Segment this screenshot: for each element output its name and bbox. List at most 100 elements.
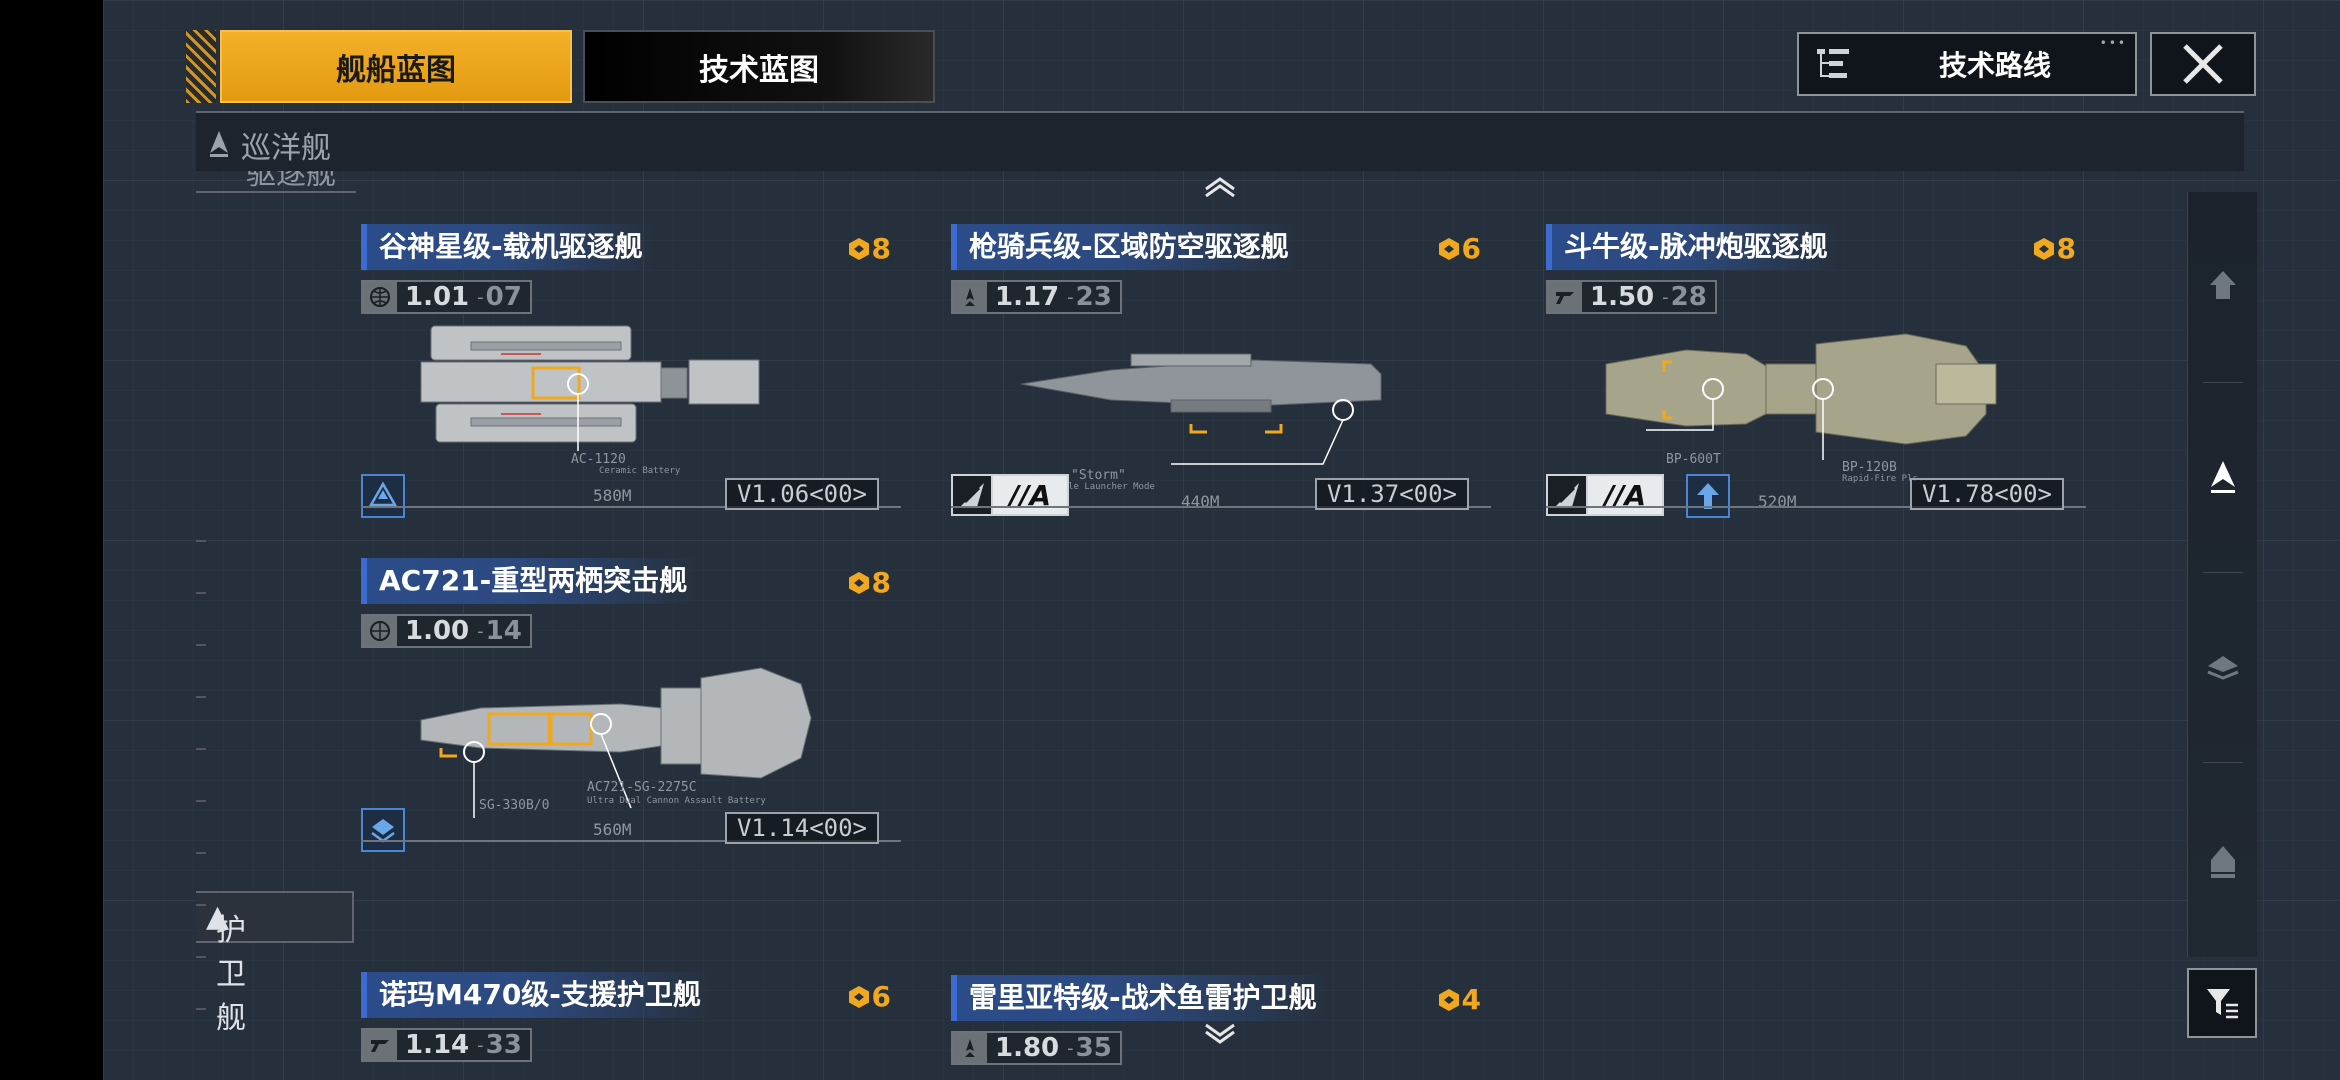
hex-coin-icon <box>848 237 869 260</box>
frigate-class-icon <box>2211 846 2235 878</box>
version-tag: V1.14<00> <box>724 812 879 844</box>
cost-value: 6 <box>871 980 891 1013</box>
tree-list-icon <box>1817 49 1849 78</box>
version-main: 1.14 <box>405 1030 470 1060</box>
close-button[interactable] <box>2150 32 2256 96</box>
version-sub: 23 <box>1075 282 1112 312</box>
dots-decor: ••• <box>2099 36 2127 50</box>
tech-route-button[interactable]: 技术路线 ••• <box>1797 32 2137 96</box>
role-letter: //A <box>1588 474 1664 516</box>
ship-card-ac721[interactable]: AC721-重型两栖突击舰 8 1.00 - 14 AC721-SG-2275C <box>361 558 901 858</box>
tab-tech-blueprint[interactable]: 技术蓝图 <box>583 30 935 103</box>
ship-image <box>1605 333 1997 460</box>
section-header-cruiser[interactable]: 巡洋舰 <box>196 111 2244 171</box>
carrier-type-button[interactable] <box>361 474 405 518</box>
scroll-down-icon[interactable] <box>1203 1018 1237 1053</box>
version-sub: 14 <box>485 616 522 646</box>
ship-title: 谷神星级-载机驱逐舰 <box>361 224 655 270</box>
version-box: 1.80 - 35 <box>951 1031 1122 1065</box>
filter-icon <box>2207 989 2238 1019</box>
cost-badge: 6 <box>846 980 891 1013</box>
version-main: 1.17 <box>995 282 1060 312</box>
cruiser-class-icon <box>2211 461 2235 493</box>
version-main: 1.00 <box>405 616 470 646</box>
battleship-class-icon <box>2210 271 2236 299</box>
version-box: 1.00 - 14 <box>361 614 532 648</box>
version-box: 1.14 - 33 <box>361 1028 532 1062</box>
hex-coin-icon <box>1438 988 1459 1011</box>
length-label: 520M <box>1758 492 1797 511</box>
version-sub: 35 <box>1075 1033 1112 1063</box>
upgrade-button[interactable] <box>1686 474 1730 518</box>
side-ruler <box>196 540 206 1060</box>
close-icon <box>2183 44 2223 84</box>
ship-card-bullfight[interactable]: 斗牛级-脉冲炮驱逐舰 8 1.50 - 28 BP-600T BP-120B R… <box>1546 224 2086 524</box>
module-sub: Ultra Dual Cannon Assault Battery <box>587 796 766 806</box>
ship-role-badge: //A <box>1546 474 1664 516</box>
section-title-cruiser: 巡洋舰 <box>241 131 331 166</box>
tech-route-label: 技术路线 <box>1939 49 2052 82</box>
destroyer-class-icon <box>2207 656 2239 680</box>
filter-button[interactable] <box>2187 968 2257 1038</box>
tab-ship-blueprint[interactable]: 舰船蓝图 <box>220 30 572 103</box>
section-header-frigate[interactable]: ▲ 护卫舰 <box>196 891 354 1036</box>
ship-card-ceres[interactable]: 谷神星级-载机驱逐舰 8 1.01 - 07 AC-1120 Ceramic B… <box>361 224 901 524</box>
manufacturer-icon <box>1548 282 1582 312</box>
cost-value: 6 <box>1461 232 1481 265</box>
hex-coin-icon <box>1438 237 1459 260</box>
ship-title: 诺玛M470级-支援护卫舰 <box>361 972 713 1018</box>
version-main: 1.01 <box>405 282 470 312</box>
ship-title: 枪骑兵级-区域防空驱逐舰 <box>951 224 1301 270</box>
length-label: 560M <box>593 820 632 839</box>
version-main: 1.80 <box>995 1033 1060 1063</box>
module-label: AC-1120 <box>571 452 626 467</box>
manufacturer-icon <box>363 1030 397 1060</box>
anti-air-icon <box>951 474 993 516</box>
rail-cruiser[interactable] <box>2188 447 2258 507</box>
cost-value: 4 <box>1461 983 1481 1016</box>
ship-title: 雷里亚特级-战术鱼雷护卫舰 <box>951 975 1329 1021</box>
section-title-destroyer: 驱逐舰 <box>246 171 336 192</box>
rocket-icon <box>953 1033 987 1063</box>
role-letter: //A <box>993 474 1069 516</box>
rocket-icon <box>953 282 987 312</box>
cost-value: 8 <box>2056 232 2076 265</box>
cost-badge: 4 <box>1436 983 1481 1016</box>
ship-title: 斗牛级-脉冲炮驱逐舰 <box>1546 224 1840 270</box>
ship-card-norma[interactable]: 诺玛M470级-支援护卫舰 6 1.14 - 33 <box>361 972 901 1080</box>
tab-ship-blueprint-label: 舰船蓝图 <box>336 52 456 88</box>
module2-label: BP-120B <box>1842 460 1897 475</box>
module-label: AC721-SG-2275C <box>587 780 697 795</box>
ship-title: AC721-重型两栖突击舰 <box>361 558 700 604</box>
version-sub: 07 <box>485 282 522 312</box>
section-header-destroyer-partial: 驱逐舰 <box>196 171 356 193</box>
version-main: 1.50 <box>1590 282 1655 312</box>
amphibious-type-button[interactable] <box>361 808 405 852</box>
pulse-cannon-icon <box>1546 474 1588 516</box>
cost-value: 8 <box>871 566 891 599</box>
rail-destroyer[interactable] <box>2188 637 2258 697</box>
version-tag: V1.37<00> <box>1314 478 1469 510</box>
hex-coin-icon <box>2033 237 2054 260</box>
section-title-frigate: ▲ 护卫舰 <box>206 899 246 1036</box>
hex-coin-icon <box>848 985 869 1008</box>
scroll-up-icon[interactable] <box>1203 170 1237 205</box>
version-tag: V1.06<00> <box>724 478 879 510</box>
hex-coin-icon <box>848 571 869 594</box>
cost-badge: 6 <box>1436 232 1481 265</box>
rail-frigate[interactable] <box>2188 832 2258 892</box>
version-tag: V1.78<00> <box>1909 478 2064 510</box>
cost-value: 8 <box>871 232 891 265</box>
blueprint-screen: 舰船蓝图 技术蓝图 技术路线 ••• 巡洋舰 驱逐舰 谷神星级-载机驱逐舰 8 … <box>103 0 2340 1080</box>
tab-tech-blueprint-label: 技术蓝图 <box>699 52 819 88</box>
ship-card-lancer[interactable]: 枪骑兵级-区域防空驱逐舰 6 1.17 - 23 "Storm" Missile… <box>951 224 1491 524</box>
cost-badge: 8 <box>846 232 891 265</box>
length-label: 580M <box>593 486 632 505</box>
version-sub: 28 <box>1670 282 1707 312</box>
module2-label: SG-330B/0 <box>479 798 550 813</box>
ship-class-rail <box>2187 192 2257 957</box>
rail-battleship[interactable] <box>2188 257 2258 317</box>
version-sub: 33 <box>485 1030 522 1060</box>
module-sub: Ceramic Battery <box>599 466 681 476</box>
ship-image <box>1020 353 1382 465</box>
